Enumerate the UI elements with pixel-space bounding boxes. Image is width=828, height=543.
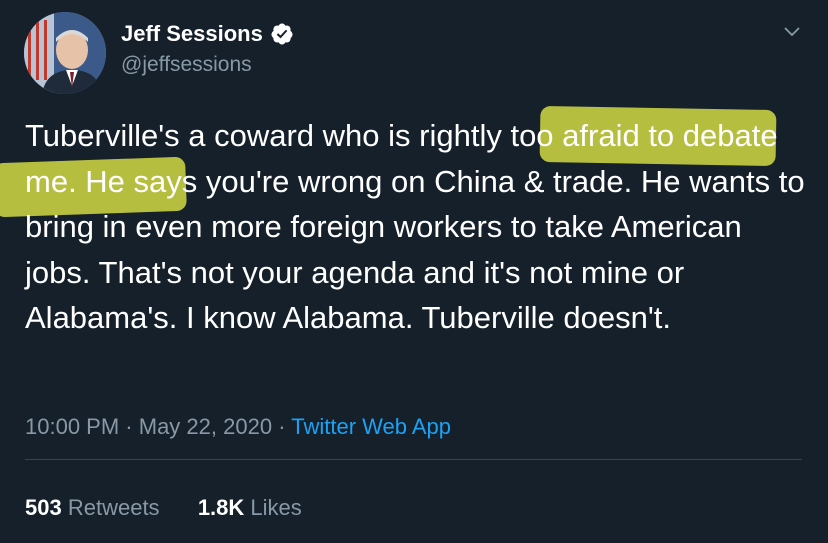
divider <box>25 459 802 460</box>
meta-separator: · <box>125 414 133 439</box>
author-display-name[interactable]: Jeff Sessions <box>121 20 263 48</box>
avatar-image <box>24 12 106 94</box>
retweets-link[interactable]: 503 Retweets <box>25 495 166 520</box>
avatar[interactable] <box>24 12 106 94</box>
verified-badge-icon <box>271 23 293 45</box>
retweets-label: Retweets <box>67 495 160 520</box>
tweet-source-app[interactable]: Twitter Web App <box>291 414 451 439</box>
chevron-down-icon[interactable] <box>782 22 802 42</box>
author-name-row[interactable]: Jeff Sessions <box>121 20 294 48</box>
tweet-text: Tuberville's a coward who is rightly too… <box>25 118 805 335</box>
tweet-time[interactable]: 10:00 PM <box>25 414 119 439</box>
likes-link[interactable]: 1.8K Likes <box>198 495 302 520</box>
engagement-stats: 503 Retweets 1.8K Likes <box>25 491 302 525</box>
retweets-count: 503 <box>25 495 62 520</box>
author-handle[interactable]: @jeffsessions <box>121 52 252 78</box>
meta-separator: · <box>278 414 286 439</box>
tweet-card: Jeff Sessions @jeffsessions Tuberville's… <box>0 0 828 543</box>
tweet-metadata: 10:00 PM · May 22, 2020 · Twitter Web Ap… <box>25 410 451 444</box>
likes-count: 1.8K <box>197 495 245 520</box>
likes-label: Likes <box>250 495 302 520</box>
tweet-date[interactable]: May 22, 2020 <box>139 414 272 439</box>
